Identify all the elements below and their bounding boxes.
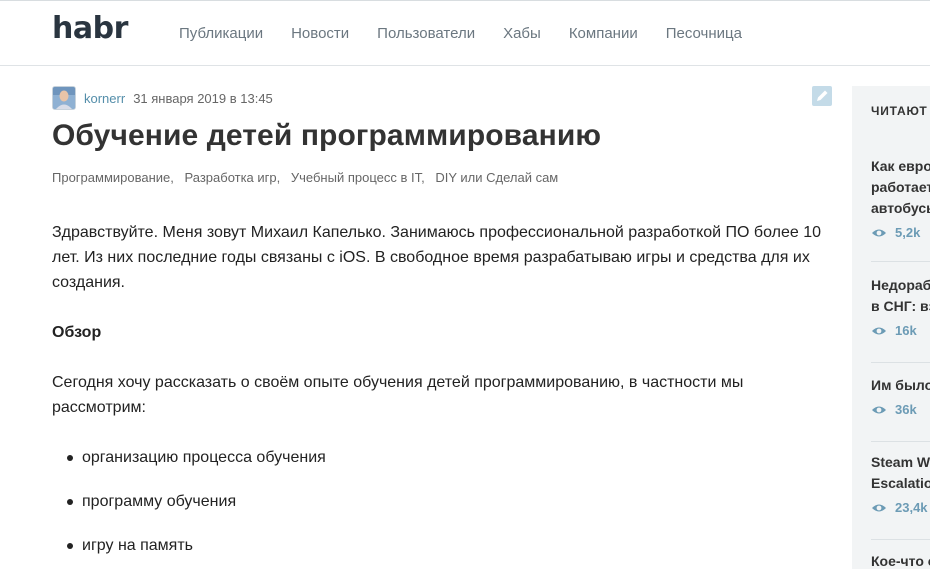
views-value: 23,4k [895,500,928,515]
overview-paragraph: Сегодня хочу рассказать о своём опыте об… [52,374,744,416]
post-meta: kornerr 31 января 2019 в 13:45 [52,86,273,110]
views-count: 36k [871,402,930,417]
hub-link[interactable]: Разработка игр, [185,170,281,185]
views-value: 5,2k [895,225,921,240]
sidebar-post[interactable]: Им было 36k [871,375,930,417]
sidebar-post-title[interactable]: Им было [871,375,930,396]
views-value: 16k [895,323,917,338]
list-item-text: игру на память [82,537,194,554]
avatar-image [53,87,75,109]
views-count: 5,2k [871,225,930,240]
divider [871,539,930,540]
list-item-text: программу обучения [82,493,237,510]
divider [871,261,930,262]
nav-hubs[interactable]: Хабы [503,23,541,45]
sidebar-title: ЧИТАЮТ [871,104,928,118]
nav-companies[interactable]: Компании [569,23,638,45]
hub-link[interactable]: DIY или Сделай сам [435,170,558,185]
reading-now-sidebar: ЧИТАЮТ Как евро работает автобусь 5,2k Н… [852,86,930,569]
intro-paragraph: Здравствуйте. Меня зовут Михаил Капелько… [52,224,822,291]
eye-icon [872,229,886,236]
sidebar-post[interactable]: Steam Wi Escalation 23,4k [871,452,930,515]
nav-publications[interactable]: Публикации [179,23,263,45]
post-date: 31 января 2019 в 13:45 [133,90,273,106]
sidebar-post-title[interactable]: Steam Wi Escalation [871,452,930,494]
sidebar-post[interactable]: Как евро работает автобусь 5,2k [871,156,930,240]
views-count: 23,4k [871,500,930,515]
eye-icon [872,327,886,334]
nav-sandbox[interactable]: Песочница [666,23,742,45]
bullet-icon [67,543,73,549]
eye-icon [872,406,886,413]
views-value: 36k [895,402,917,417]
author-avatar[interactable] [52,86,76,110]
bullet-icon [67,455,73,461]
pencil-icon[interactable] [812,86,832,106]
eye-icon [872,504,886,511]
list-item: организацию процесса обучения [52,445,326,489]
list-item-text: организацию процесса обучения [82,449,326,466]
overview-heading: Обзор [52,324,102,341]
sidebar-post[interactable]: Недорабо в СНГ: взг 16k [871,275,930,338]
post-title: Обучение детей программированию [52,119,602,152]
habr-logo[interactable]: habr [52,11,128,46]
author-link[interactable]: kornerr [84,91,125,106]
hub-link[interactable]: Учебный процесс в IT, [291,170,425,185]
topics-list: организацию процесса обучения программу … [52,445,326,577]
sidebar-post-title[interactable]: Недорабо в СНГ: взг [871,275,930,317]
views-count: 16k [871,323,930,338]
sidebar-post-title[interactable]: Как евро работает автобусь [871,156,930,219]
main-nav: Публикации Новости Пользователи Хабы Ком… [179,23,770,45]
sidebar-post-title[interactable]: Кое-что о [871,551,930,569]
hub-link[interactable]: Программирование, [52,170,174,185]
post-hubs: Программирование, Разработка игр, Учебны… [52,170,565,186]
bullet-icon [67,499,73,505]
list-item: программу обучения [52,489,326,533]
nav-news[interactable]: Новости [291,23,349,45]
divider [871,441,930,442]
list-item: игру на память [52,533,326,577]
site-header: habr Публикации Новости Пользователи Хаб… [0,1,930,66]
nav-users[interactable]: Пользователи [377,23,475,45]
sidebar-post[interactable]: Кое-что о [871,551,930,569]
divider [871,362,930,363]
